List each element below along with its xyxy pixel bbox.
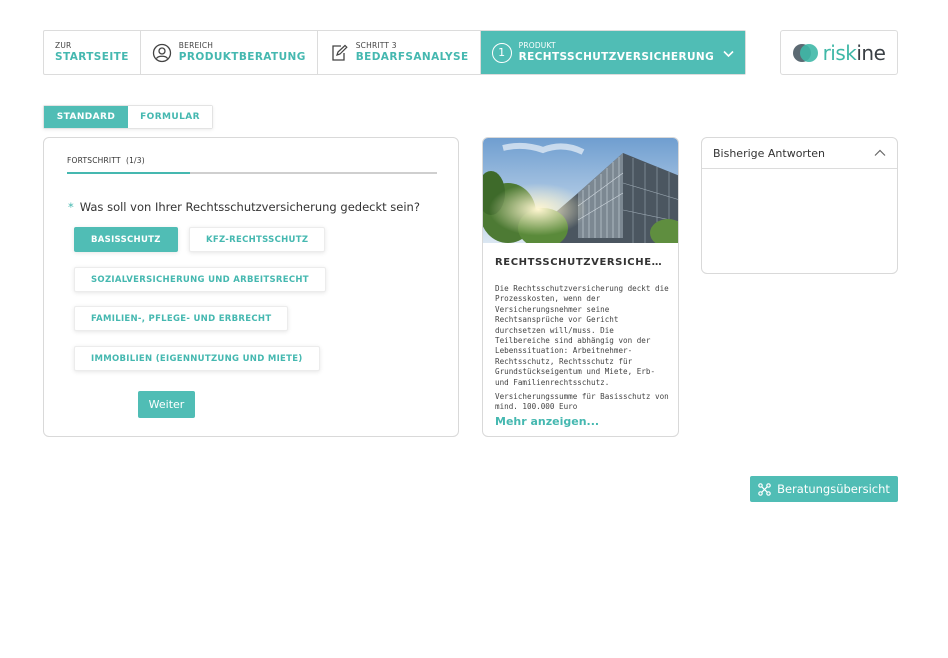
progress-bar-fill bbox=[67, 172, 191, 174]
option-familien-pflege-erbrecht[interactable]: FAMILIEN-, PFLEGE- UND ERBRECHT bbox=[74, 306, 289, 331]
breadcrumb-area-prefix: BEREICH bbox=[178, 41, 214, 50]
chevron-down-icon[interactable] bbox=[723, 43, 734, 62]
breadcrumb: ZUR STARTSEITE BEREICH PRODUKTBERATUNG S… bbox=[43, 30, 747, 75]
breadcrumb-product-prefix: PRODUKT bbox=[518, 41, 556, 50]
previous-answers-title: Bisherige Antworten bbox=[713, 146, 826, 160]
option-sozialversicherung-arbeitsrecht[interactable]: SOZIALVERSICHERUNG UND ARBEITSRECHT bbox=[74, 267, 326, 292]
product-card: RECHTSSCHUTZVERSICHER... Die Rechtsschut… bbox=[482, 137, 679, 437]
breadcrumb-home-label: STARTSEITE bbox=[55, 51, 129, 63]
network-icon bbox=[758, 482, 771, 496]
breadcrumb-step-label: BEDARFSANALYSE bbox=[355, 51, 469, 63]
breadcrumb-home[interactable]: ZUR STARTSEITE bbox=[44, 31, 141, 74]
product-title: RECHTSSCHUTZVERSICHER... bbox=[495, 257, 670, 268]
breadcrumb-area[interactable]: BEREICH PRODUKTBERATUNG bbox=[141, 31, 318, 74]
breadcrumb-area-label: PRODUKTBERATUNG bbox=[178, 51, 306, 63]
chevron-up-icon[interactable] bbox=[874, 147, 886, 160]
step-number-badge: 1 bbox=[491, 42, 512, 63]
brand-logo: riskine bbox=[780, 30, 898, 75]
required-mark: * bbox=[68, 200, 74, 214]
next-button[interactable]: Weiter bbox=[138, 391, 195, 418]
product-description-paragraph: Die Rechtsschutzversicherung deckt die P… bbox=[495, 284, 669, 387]
show-more-link[interactable]: Mehr anzeigen... bbox=[495, 415, 599, 428]
mode-standard-button[interactable]: STANDARD bbox=[44, 106, 128, 128]
option-basisschutz[interactable]: BASISSCHUTZ bbox=[74, 227, 178, 252]
breadcrumb-home-prefix: ZUR bbox=[55, 41, 72, 50]
breadcrumb-step-prefix: SCHRITT 3 bbox=[355, 41, 397, 50]
previous-answers-header[interactable]: Bisherige Antworten bbox=[702, 138, 897, 169]
previous-answers-panel: Bisherige Antworten bbox=[701, 137, 898, 274]
logo-mark-icon bbox=[792, 43, 819, 63]
product-description: Die Rechtsschutzversicherung deckt die P… bbox=[495, 284, 671, 410]
consultation-overview-button[interactable]: Beratungsübersicht bbox=[750, 476, 898, 502]
option-immobilien[interactable]: IMMOBILIEN (EIGENNUTZUNG UND MIETE) bbox=[74, 346, 320, 371]
product-image bbox=[483, 138, 678, 243]
product-description-paragraph: Versicherungssumme für Basisschutz von m… bbox=[495, 392, 669, 410]
mode-formular-button[interactable]: FORMULAR bbox=[128, 106, 212, 128]
option-kfz-rechtsschutz[interactable]: KFZ-RECHTSSCHUTZ bbox=[189, 227, 326, 252]
user-circle-icon bbox=[152, 43, 172, 63]
question-text: * Was soll von Ihrer Rechtsschutzversiche… bbox=[68, 200, 420, 214]
edit-document-icon bbox=[329, 43, 349, 63]
mode-toggle: STANDARD FORMULAR bbox=[43, 105, 213, 129]
question-card: FORTSCHRITT (1/3) * Was soll von Ihrer Re… bbox=[43, 137, 459, 437]
consultation-overview-label: Beratungsübersicht bbox=[777, 482, 890, 496]
breadcrumb-step[interactable]: SCHRITT 3 BEDARFSANALYSE bbox=[318, 31, 481, 74]
progress-label: FORTSCHRITT (1/3) bbox=[67, 156, 145, 165]
progress-count: (1/3) bbox=[125, 156, 145, 165]
progress-bar bbox=[67, 172, 437, 174]
breadcrumb-product[interactable]: 1 PRODUKT RECHTSSCHUTZVERSICHERUNG bbox=[480, 31, 746, 74]
breadcrumb-product-label: RECHTSSCHUTZVERSICHERUNG bbox=[518, 51, 715, 63]
logo-text: riskine bbox=[822, 40, 886, 65]
